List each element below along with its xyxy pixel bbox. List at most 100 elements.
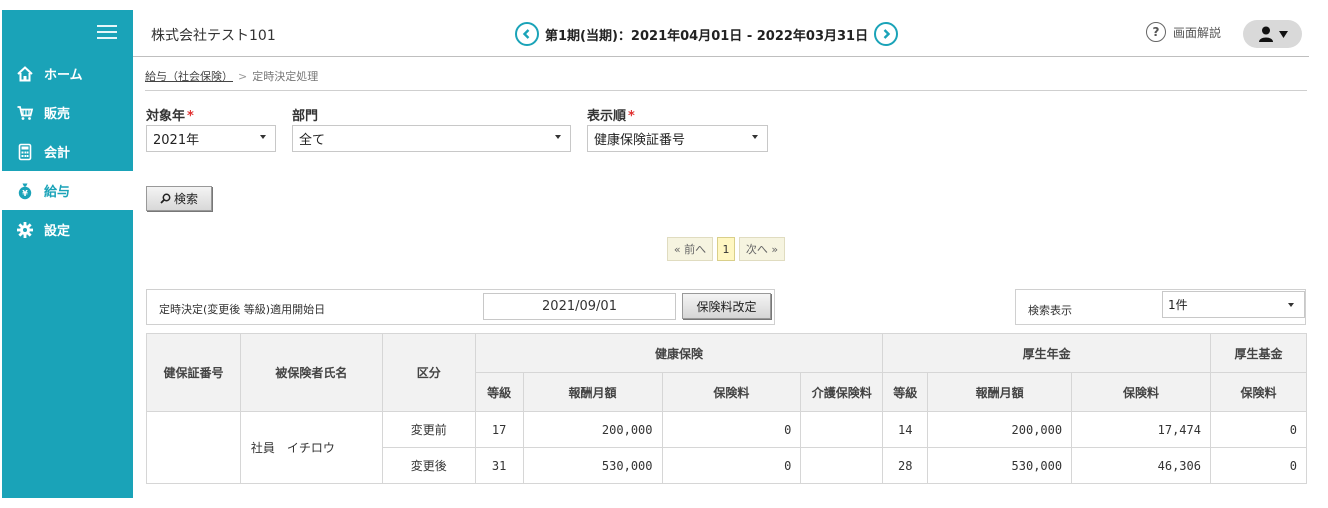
sidebar-nav: ホーム 販売 会計 ¥ 給与 設定 [2, 54, 133, 249]
order-select-value: 健康保険証番号 [594, 133, 686, 148]
sidebar-item-payroll[interactable]: ¥ 給与 [2, 171, 133, 210]
col-insured-name: 被保険者氏名 [239, 333, 383, 412]
col-pension-grade: 等級 [882, 372, 929, 412]
sidebar-item-sales[interactable]: 販売 [2, 93, 133, 132]
breadcrumb-current: 定時決定処理 [252, 70, 319, 83]
pager-prev-button[interactable]: « 前へ [667, 237, 713, 261]
col-health-grade: 等級 [474, 372, 524, 412]
hamburger-menu-icon[interactable] [97, 25, 117, 40]
cell-health-monthly: 530,000 [522, 447, 663, 484]
table-row: 社員 イチロウ 変更前 17 200,000 0 14 200,000 17,4… [146, 411, 1308, 484]
breadcrumb-parent-link[interactable]: 給与（社会保険） [145, 70, 233, 83]
pager-next-button[interactable]: 次へ » [739, 237, 785, 261]
col-fund-premium: 保険料 [1209, 372, 1308, 412]
order-label: 表示順 * [587, 105, 635, 124]
display-count-value: 1件 [1168, 298, 1188, 312]
display-count-panel: 検索表示 1件 [1015, 289, 1306, 325]
sidebar-item-home[interactable]: ホーム [2, 54, 133, 93]
cell-pension-monthly: 200,000 [927, 411, 1073, 448]
cell-pension-grade: 14 [882, 411, 929, 448]
prev-period-button[interactable] [515, 22, 539, 46]
cell-health-premium: 0 [661, 447, 802, 484]
insurance-table: 健保証番号 被保険者氏名 区分 健康保険 厚生年金 厚生基金 等級 報酬月額 保… [146, 333, 1308, 484]
year-select[interactable]: 2021年 [146, 125, 276, 152]
sidebar-item-accounting[interactable]: 会計 [2, 132, 133, 171]
search-button[interactable]: 検索 [146, 186, 212, 211]
col-group-health: 健康保険 [474, 333, 884, 373]
cell-health-premium: 0 [661, 411, 802, 448]
chevron-left-icon [522, 29, 530, 39]
display-count-select[interactable]: 1件 [1162, 291, 1305, 318]
breadcrumb: 給与（社会保険） > 定時決定処理 [145, 68, 318, 84]
sidebar-item-label: 会計 [44, 146, 71, 161]
pager-current-page[interactable]: 1 [717, 237, 735, 261]
sidebar-item-label: 販売 [44, 107, 71, 122]
home-icon [16, 65, 34, 83]
cell-pension-premium: 17,474 [1071, 411, 1211, 448]
sidebar-item-label: 設定 [44, 224, 71, 239]
sidebar: ホーム 販売 会計 ¥ 給与 設定 [2, 10, 133, 498]
col-pension-premium: 保険料 [1071, 372, 1211, 412]
required-mark: * [628, 109, 635, 124]
year-label: 対象年 * [146, 105, 194, 124]
cell-pension-grade: 28 [882, 447, 929, 484]
col-kubun: 区分 [381, 333, 476, 412]
apply-date-input[interactable]: 2021/09/01 [483, 293, 676, 320]
cell-pension-monthly: 530,000 [927, 447, 1073, 484]
period-label: 第1期(当期)：2021年04月01日 - 2022年03月31日 [545, 28, 869, 44]
search-button-label: 検索 [173, 192, 198, 206]
header-divider [133, 56, 1309, 57]
gear-icon [16, 221, 34, 239]
required-mark: * [187, 109, 194, 124]
cell-health-monthly: 200,000 [522, 411, 663, 448]
col-pension-monthly: 報酬月額 [927, 372, 1073, 412]
question-icon: ? [1146, 22, 1166, 42]
display-count-label: 検索表示 [1028, 304, 1072, 317]
year-label-text: 対象年 [146, 109, 186, 124]
dept-label: 部門 [292, 109, 319, 124]
cell-kubun: 変更前 [381, 411, 476, 448]
dropdown-arrow-icon [260, 135, 266, 139]
cart-icon [16, 104, 34, 122]
period-selector: 第1期(当期)：2021年04月01日 - 2022年03月31日 [515, 20, 899, 48]
col-health-care: 介護保険料 [800, 372, 884, 412]
dropdown-arrow-icon [752, 135, 758, 139]
company-name: 株式会社テスト101 [151, 28, 276, 44]
help-link[interactable]: ? 画面解説 [1146, 22, 1221, 42]
calculator-icon [16, 143, 34, 161]
money-bag-icon: ¥ [16, 182, 34, 200]
help-label: 画面解説 [1173, 25, 1222, 40]
cell-kubun: 変更後 [381, 447, 476, 484]
dropdown-arrow-icon [1288, 303, 1294, 307]
cell-health-care [800, 411, 884, 448]
col-health-premium: 保険料 [661, 372, 802, 412]
year-select-value: 2021年 [153, 133, 200, 148]
cell-insured-name: 社員 イチロウ [239, 411, 383, 484]
premium-revise-button[interactable]: 保険料改定 [682, 293, 771, 319]
cell-health-care [800, 447, 884, 484]
cell-health-grade: 31 [474, 447, 524, 484]
breadcrumb-divider [145, 90, 1307, 91]
apply-date-label: 定時決定(変更後 等級)適用開始日 [159, 303, 326, 316]
user-menu-button[interactable] [1243, 20, 1302, 48]
sidebar-item-label: 給与 [44, 185, 71, 200]
col-group-pension: 厚生年金 [882, 333, 1211, 373]
col-health-monthly: 報酬月額 [522, 372, 663, 412]
table-header-row: 健保証番号 被保険者氏名 区分 健康保険 厚生年金 厚生基金 [146, 333, 1308, 412]
caret-down-icon [1279, 30, 1288, 38]
chevron-right-icon [883, 29, 891, 39]
col-group-fund: 厚生基金 [1209, 333, 1308, 373]
sidebar-item-settings[interactable]: 設定 [2, 210, 133, 249]
next-period-button[interactable] [874, 22, 899, 46]
user-icon [1259, 26, 1273, 42]
cell-health-grade: 17 [474, 411, 524, 448]
sidebar-item-label: ホーム [44, 68, 83, 83]
apply-date-panel: 定時決定(変更後 等級)適用開始日 2021/09/01 保険料改定 [146, 289, 775, 325]
order-select[interactable]: 健康保険証番号 [587, 125, 768, 152]
breadcrumb-separator: > [238, 70, 248, 83]
dept-select[interactable]: 全て [292, 125, 571, 152]
search-icon [160, 193, 171, 204]
cell-fund-premium: 0 [1209, 411, 1308, 448]
cell-fund-premium: 0 [1209, 447, 1308, 484]
order-label-text: 表示順 [587, 109, 627, 124]
